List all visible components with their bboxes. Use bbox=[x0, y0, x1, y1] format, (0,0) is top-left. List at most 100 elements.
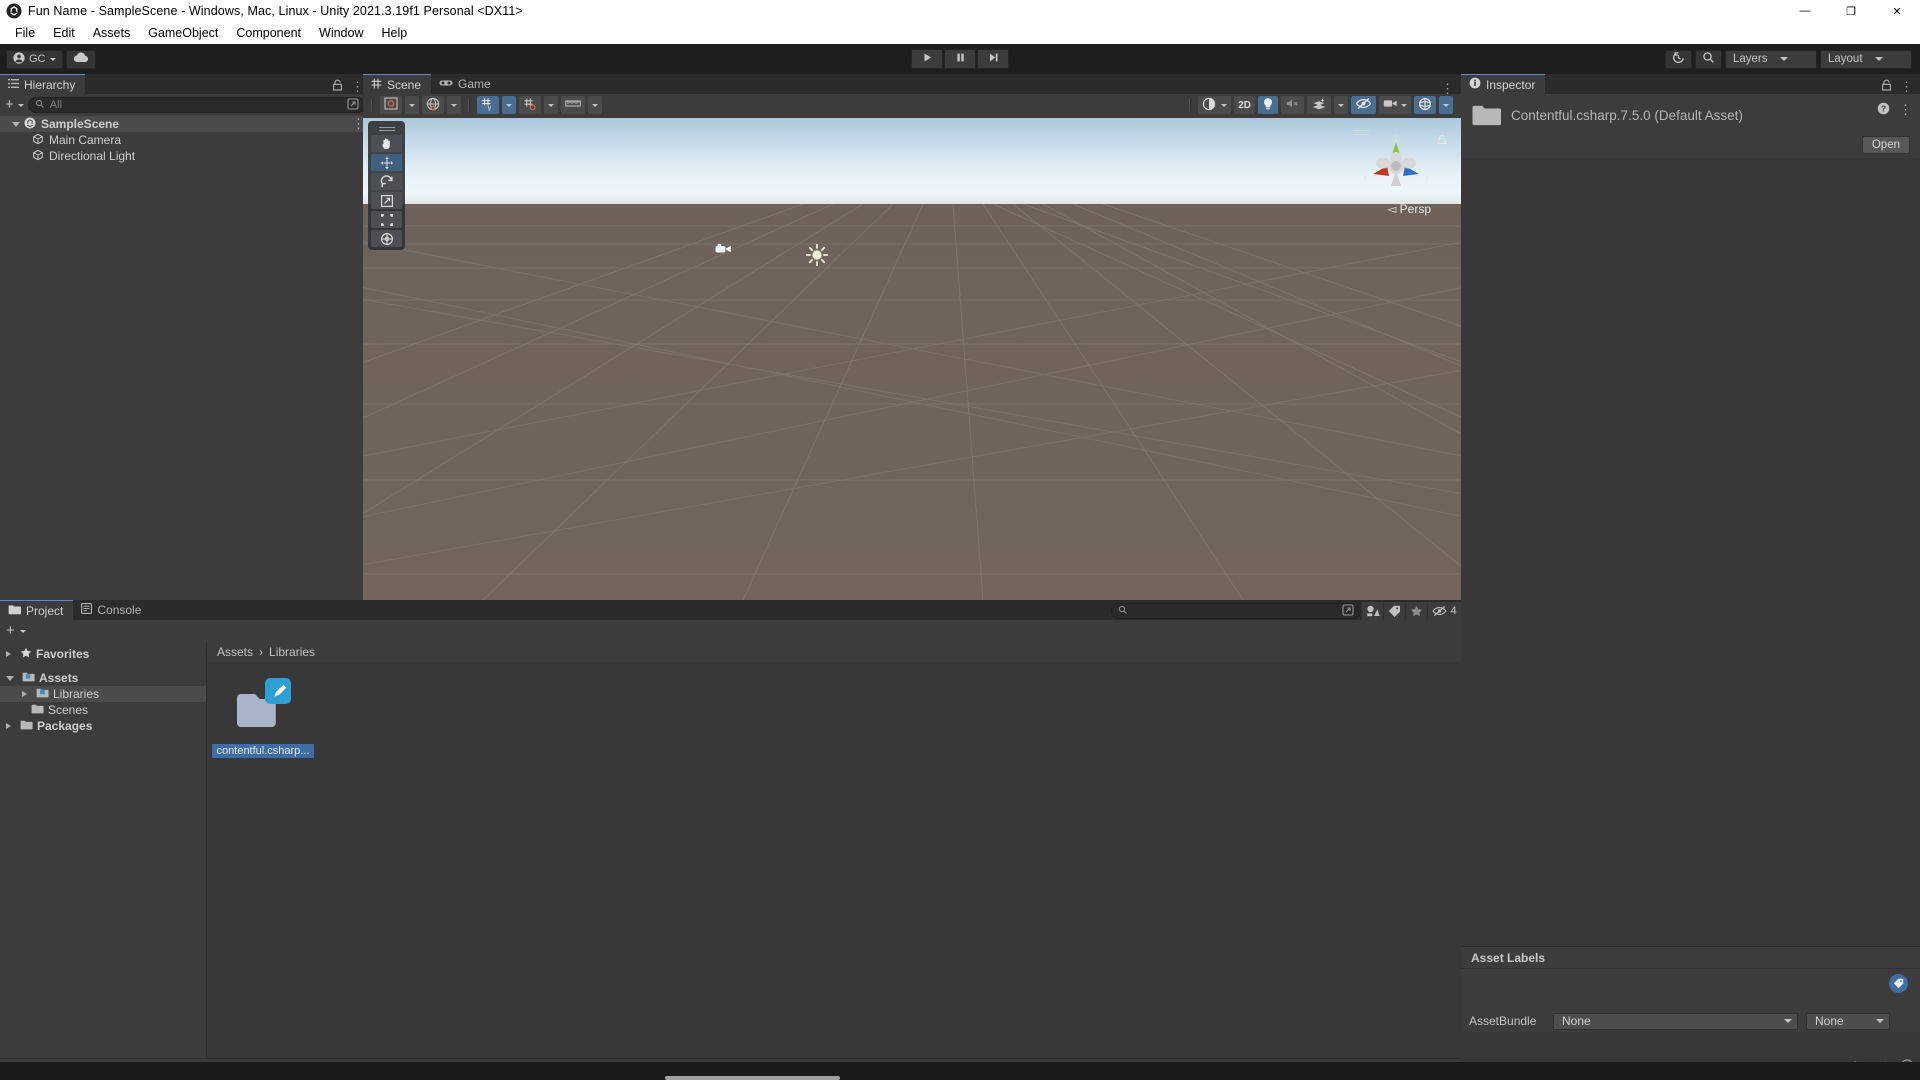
project-tree-item-scenes[interactable]: Scenes bbox=[0, 702, 206, 718]
tab-game[interactable]: Game bbox=[431, 74, 501, 94]
hand-tool[interactable] bbox=[371, 135, 402, 152]
chevron-right-icon[interactable] bbox=[6, 723, 11, 729]
breadcrumb-libraries[interactable]: Libraries bbox=[269, 645, 315, 659]
cloud-button[interactable] bbox=[65, 49, 96, 69]
scene-orientation-gizmo[interactable]: y x z ◅ Persp bbox=[1343, 122, 1453, 222]
kebab-icon[interactable]: ⋮ bbox=[1900, 80, 1913, 93]
scene-lighting-toggle[interactable] bbox=[1258, 96, 1278, 114]
lighting-button[interactable] bbox=[422, 96, 444, 114]
search-expand-icon[interactable] bbox=[1342, 603, 1354, 619]
main-camera-gizmo[interactable] bbox=[715, 242, 733, 258]
close-button[interactable]: ✕ bbox=[1874, 0, 1920, 22]
chevron-down-icon[interactable] bbox=[6, 675, 14, 681]
scene-viewport[interactable]: y x z ◅ Persp bbox=[363, 118, 1461, 600]
chevron-right-icon[interactable] bbox=[6, 651, 11, 657]
breadcrumb-assets[interactable]: Assets bbox=[217, 645, 253, 659]
assetbundle-value: None bbox=[1562, 1014, 1591, 1028]
grid-snap-button[interactable]: y bbox=[477, 96, 499, 114]
play-button[interactable] bbox=[911, 49, 943, 69]
project-tree-item-assets[interactable]: Assets bbox=[0, 670, 206, 686]
chevron-down-icon[interactable] bbox=[17, 103, 24, 107]
hidden-assets-filter-button[interactable]: 4 bbox=[1427, 602, 1461, 620]
move-tool[interactable] bbox=[371, 154, 402, 171]
menu-file[interactable]: File bbox=[6, 24, 44, 42]
shading-mode-button[interactable] bbox=[380, 96, 402, 114]
layers-dropdown[interactable]: Layers bbox=[1725, 49, 1817, 69]
rect-tool[interactable] bbox=[371, 211, 402, 228]
assetbundle-variant-dropdown[interactable]: None bbox=[1806, 1012, 1890, 1030]
chevron-down-icon[interactable] bbox=[19, 629, 26, 633]
chevron-down-icon[interactable] bbox=[12, 121, 20, 127]
menu-component[interactable]: Component bbox=[227, 24, 310, 42]
lock-icon[interactable] bbox=[332, 79, 343, 94]
project-tree-item-libraries[interactable]: Libraries bbox=[0, 686, 206, 702]
account-button[interactable]: GC bbox=[6, 49, 63, 69]
tab-console[interactable]: Console bbox=[73, 600, 151, 620]
ruler-dropdown[interactable] bbox=[588, 96, 602, 114]
asset-tile-contentful[interactable]: contentful.csharp... bbox=[211, 676, 315, 758]
transform-tool[interactable] bbox=[371, 230, 402, 247]
project-tree-item-favorites[interactable]: Favorites bbox=[0, 646, 206, 662]
chevron-down-icon bbox=[1779, 57, 1788, 61]
shaded-dropdown-button[interactable] bbox=[1198, 96, 1232, 114]
plus-icon[interactable]: + bbox=[5, 97, 14, 112]
label-tag-icon[interactable] bbox=[1889, 974, 1908, 993]
shading-mode-dropdown[interactable] bbox=[405, 96, 419, 114]
hierarchy-item-samplescene[interactable]: SampleScene ⋮ bbox=[0, 116, 371, 132]
ruler-button[interactable] bbox=[561, 96, 585, 114]
menu-assets[interactable]: Assets bbox=[84, 24, 140, 42]
search-button[interactable] bbox=[1695, 49, 1722, 69]
effects-dropdown[interactable] bbox=[1334, 96, 1348, 114]
layout-label: Layout bbox=[1828, 53, 1863, 65]
tab-project[interactable]: Project bbox=[0, 600, 74, 620]
search-expand-icon[interactable] bbox=[347, 97, 359, 113]
menu-edit[interactable]: Edit bbox=[44, 24, 84, 42]
chevron-right-icon[interactable] bbox=[22, 691, 27, 697]
kebab-icon[interactable]: ⋮ bbox=[1441, 82, 1454, 95]
plus-icon[interactable]: + bbox=[6, 623, 15, 638]
scene-toolbar: y 2D bbox=[363, 94, 1461, 116]
palette-grip-handle[interactable] bbox=[371, 124, 402, 133]
minimize-button[interactable]: — bbox=[1782, 0, 1828, 22]
directional-light-gizmo[interactable] bbox=[805, 243, 829, 269]
audio-toggle-button[interactable] bbox=[1281, 96, 1304, 114]
assetbundle-dropdown[interactable]: None bbox=[1553, 1012, 1798, 1030]
scene-visibility-button[interactable] bbox=[1351, 96, 1376, 114]
shaded-icon bbox=[1202, 97, 1218, 114]
project-tree-item-packages[interactable]: Packages bbox=[0, 718, 206, 734]
scale-tool[interactable] bbox=[371, 192, 402, 209]
kebab-icon[interactable]: ⋮ bbox=[1899, 103, 1912, 116]
2d-toggle-button[interactable]: 2D bbox=[1234, 96, 1255, 114]
pause-button[interactable] bbox=[944, 49, 976, 69]
lighting-dropdown[interactable] bbox=[447, 96, 461, 114]
lock-icon[interactable] bbox=[1881, 79, 1892, 94]
gizmos-toggle-button[interactable] bbox=[1414, 96, 1436, 114]
rotate-tool[interactable] bbox=[371, 173, 402, 190]
hierarchy-search-input[interactable]: All bbox=[27, 97, 366, 113]
open-button[interactable]: Open bbox=[1861, 136, 1910, 154]
tab-scene[interactable]: Scene bbox=[363, 74, 432, 94]
tab-hierarchy[interactable]: Hierarchy bbox=[0, 74, 86, 94]
undo-history-button[interactable] bbox=[1665, 49, 1692, 69]
help-icon[interactable]: ? bbox=[1877, 102, 1890, 118]
tab-inspector[interactable]: Inspector bbox=[1461, 74, 1546, 94]
label-filter-button[interactable] bbox=[1383, 602, 1405, 620]
hierarchy-item-main-camera[interactable]: Main Camera bbox=[0, 132, 371, 148]
effects-button[interactable] bbox=[1307, 96, 1331, 114]
project-search-input[interactable] bbox=[1111, 603, 1361, 619]
gizmos-dropdown[interactable] bbox=[1439, 96, 1453, 114]
grid-snap-dropdown[interactable] bbox=[502, 96, 516, 114]
menu-window[interactable]: Window bbox=[310, 24, 372, 42]
hierarchy-item-directional-light[interactable]: Directional Light bbox=[0, 148, 371, 164]
maximize-button[interactable]: ❐ bbox=[1828, 0, 1874, 22]
menu-gameobject[interactable]: GameObject bbox=[139, 24, 227, 42]
scene-camera-button[interactable] bbox=[1379, 96, 1411, 114]
asset-type-filter-button[interactable] bbox=[1361, 602, 1383, 620]
perspective-label-row[interactable]: ◅ Persp bbox=[1387, 202, 1431, 216]
menu-help[interactable]: Help bbox=[372, 24, 416, 42]
favorite-star-button[interactable] bbox=[1405, 602, 1427, 620]
grid-increment-button[interactable] bbox=[519, 96, 541, 114]
step-button[interactable] bbox=[977, 49, 1009, 69]
grid-increment-dropdown[interactable] bbox=[544, 96, 558, 114]
layout-dropdown[interactable]: Layout bbox=[1820, 49, 1912, 69]
